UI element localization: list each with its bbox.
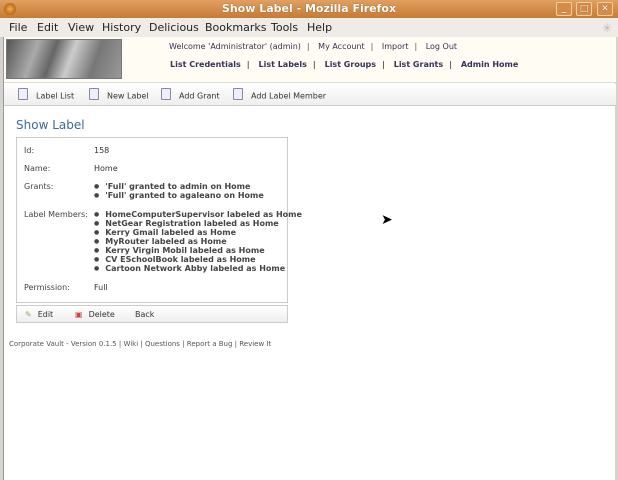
delete-label: Delete [88,310,115,319]
admin-home-link[interactable]: Admin Home [461,60,518,69]
welcome-text: Welcome 'Administrator' (admin) [169,42,301,51]
delete-button[interactable]: ▣ Delete [75,310,115,319]
import-link[interactable]: Import [382,42,409,51]
list-labels-link[interactable]: List Labels [259,60,307,69]
back-button[interactable]: Back [135,310,154,319]
throbber-icon: ✳ [601,21,612,35]
list-groups-link[interactable]: List Groups [325,60,376,69]
site-header: Welcome 'Administrator' (admin) | My Acco… [4,37,616,83]
list-icon [18,88,28,100]
new-label-button[interactable]: New Label [89,88,149,102]
edit-label: Edit [37,310,54,319]
window-title: Show Label - Mozilla Firefox [221,2,397,15]
mouse-cursor-icon: ➤ [381,212,393,228]
firefox-icon [4,3,16,15]
menu-history[interactable]: History [102,21,141,34]
wiki-link[interactable]: Wiki [123,340,138,348]
add-grant-button[interactable]: Add Grant [161,88,220,102]
id-value: 158 [94,146,110,155]
menu-file[interactable]: File [9,21,27,34]
nav-links: List Credentials | List Labels | List Grou… [170,60,519,69]
grants-label: Grants: [24,182,54,191]
footer: Corporate Vault - Version 0.1.5 | Wiki |… [9,340,272,348]
label-list-button[interactable]: Label List [18,88,75,102]
my-account-link[interactable]: My Account [318,42,364,51]
members-label: Label Members: [24,210,88,219]
list-item: Kerry Gmail labeled as Home [94,228,302,237]
edit-button[interactable]: ✎ Edit [25,310,53,319]
page-title: Show Label [16,118,85,132]
menu-help[interactable]: Help [307,21,332,34]
name-label: Name: [24,164,51,173]
list-item: MyRouter labeled as Home [94,237,302,246]
list-grants-link[interactable]: List Grants [394,60,443,69]
menu-bar: File Edit View History Delicious Bookmar… [0,18,618,37]
version-text: Corporate Vault - Version 0.1.5 [9,340,117,348]
add-document-icon [233,88,243,100]
name-value: Home [94,164,118,173]
list-item: NetGear Registration labeled as Home [94,219,302,228]
title-bar: Show Label - Mozilla Firefox _ □ ✕ [0,0,618,18]
label-details: Id: 158 Name: Home Grants: 'Full' grante… [16,137,302,303]
add-label-member-label: Add Label Member [251,91,327,101]
menu-tools[interactable]: Tools [271,21,298,34]
action-bar: ✎ Edit ▣ Delete Back [16,305,288,323]
list-item: Cartoon Network Abby labeled as Home [94,264,302,273]
delete-icon: ▣ [75,310,83,319]
list-item: 'Full' granted to agaleano on Home [94,191,264,200]
new-document-icon [89,88,99,100]
permission-value: Full [94,283,108,292]
minimize-button[interactable]: _ [556,2,572,16]
new-label-label: New Label [107,91,149,101]
maximize-button[interactable]: □ [576,2,592,16]
toolbar: Label List New Label Add Grant Add Label… [4,84,616,106]
list-credentials-link[interactable]: List Credentials [170,60,241,69]
close-button[interactable]: ✕ [597,2,613,16]
user-links: Welcome 'Administrator' (admin) | My Acco… [169,42,458,51]
list-item: CV ESchoolBook labeled as Home [94,255,302,264]
pencil-icon: ✎ [25,310,32,319]
menu-delicious[interactable]: Delicious [149,21,199,34]
add-label-member-button[interactable]: Add Label Member [233,88,327,102]
list-item: HomeComputerSupervisor labeled as Home [94,210,302,219]
menu-edit[interactable]: Edit [37,21,58,34]
report-bug-link[interactable]: Report a Bug [187,340,233,348]
logo-image [6,39,122,79]
grants-list: 'Full' granted to admin on Home 'Full' g… [94,182,264,200]
members-list: HomeComputerSupervisor labeled as Home N… [94,210,302,273]
menu-bookmarks[interactable]: Bookmarks [205,21,266,34]
menu-view[interactable]: View [68,21,94,34]
logout-link[interactable]: Log Out [426,42,457,51]
label-list-label: Label List [36,91,75,101]
id-label: Id: [24,146,35,155]
questions-link[interactable]: Questions [145,340,180,348]
add-document-icon [161,88,171,100]
list-item: 'Full' granted to admin on Home [94,182,264,191]
review-link[interactable]: Review It [239,340,271,348]
permission-label: Permission: [24,283,70,292]
page-content: Welcome 'Administrator' (admin) | My Acco… [3,37,616,480]
list-item: Kerry Virgin Mobil labeled as Home [94,246,302,255]
add-grant-label: Add Grant [179,91,220,101]
